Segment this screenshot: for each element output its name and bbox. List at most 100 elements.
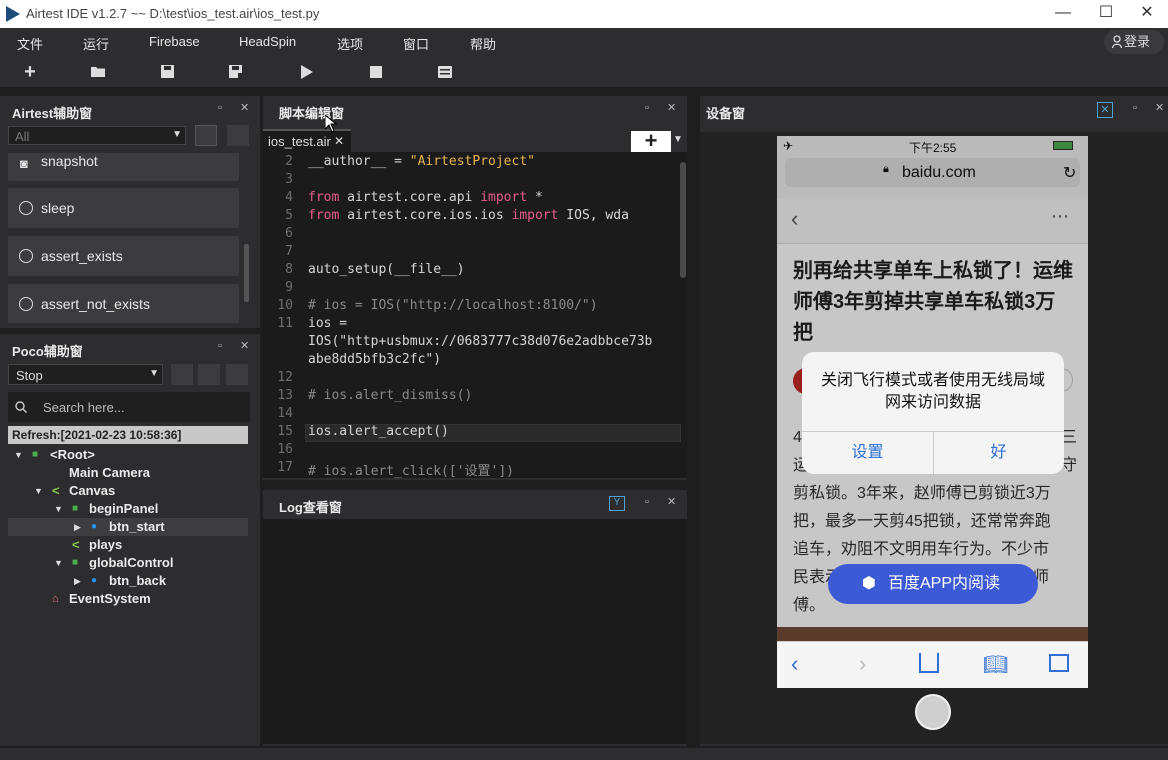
stop-icon[interactable] — [361, 56, 391, 88]
record-icon[interactable] — [227, 125, 249, 146]
tabs-icon[interactable] — [1049, 654, 1069, 672]
tree-node-btn-back[interactable]: ▶ ● btn_back — [8, 572, 248, 590]
tree-node-beginpanel[interactable]: ▼ ■ beginPanel — [8, 500, 248, 518]
record-icon[interactable] — [226, 364, 248, 385]
run-icon[interactable] — [292, 56, 322, 88]
assert-not-exists-command[interactable]: assert_not_exists — [8, 284, 239, 323]
line-number: 17 — [277, 460, 293, 475]
airtest-panel-title: Airtest辅助窗 — [12, 106, 93, 121]
log-output[interactable] — [263, 519, 687, 744]
maximize-button[interactable]: ☐ — [1083, 0, 1129, 28]
new-tab-icon[interactable]: + — [631, 130, 671, 152]
login-button[interactable]: 登录 — [1104, 30, 1164, 54]
open-in-app-label: 百度APP内阅读 — [888, 575, 1001, 592]
code-line: ios = — [308, 316, 348, 331]
filter-icon[interactable]: Y — [609, 496, 625, 511]
title-bar: Airtest IDE v1.2.7 ~~ D:\test\ios_test.a… — [0, 0, 1168, 28]
menu-window[interactable]: 窗口 — [403, 34, 429, 53]
float-panel-icon[interactable]: ▫ — [645, 496, 649, 508]
sleep-command[interactable]: sleep — [8, 188, 239, 228]
menu-firebase[interactable]: Firebase — [149, 34, 200, 49]
line-number: 10 — [277, 298, 293, 313]
forward-icon[interactable]: › — [859, 651, 866, 677]
bookmarks-icon[interactable]: 📖︎ — [983, 652, 1008, 677]
login-label: 登录 — [1124, 34, 1151, 49]
code-line: IOS("http+usbmux://0683777c38d076e2adbbc… — [308, 334, 653, 349]
script-type-select[interactable]: All ▼ — [8, 126, 186, 145]
image-capture-icon[interactable] — [195, 125, 217, 146]
report-icon[interactable] — [430, 56, 460, 88]
close-panel-icon[interactable]: ✕ — [667, 101, 676, 114]
line-number: 8 — [285, 262, 293, 277]
line-number: 7 — [285, 244, 293, 259]
alert-settings-button[interactable]: 设置 — [802, 432, 933, 474]
alert-ok-button[interactable]: 好 — [933, 432, 1064, 474]
open-in-app-button[interactable]: ⬢ 百度APP内阅读 — [828, 564, 1038, 604]
scrollbar[interactable] — [680, 162, 686, 278]
code-line: __author__ = "AirtestProject" — [308, 154, 535, 169]
menu-file[interactable]: 文件 — [17, 34, 43, 53]
float-panel-icon[interactable]: ▫ — [1133, 102, 1137, 114]
lock-icon[interactable] — [171, 364, 193, 385]
close-panel-icon[interactable]: ✕ — [240, 101, 249, 114]
status-bar — [0, 748, 1168, 760]
assert-exists-command[interactable]: assert_exists — [8, 236, 239, 276]
close-window-button[interactable]: ✕ — [1124, 0, 1168, 28]
tree-node-main-camera[interactable]: Main Camera — [8, 464, 248, 482]
device-screen[interactable]: ✈ 下午2:55 🔒︎ baidu.com ↻ ‹ ⋯ 别再给共享单车上私锁了！… — [777, 136, 1088, 688]
tree-node-label: beginPanel — [89, 501, 159, 516]
chevron-down-icon[interactable]: ▼ — [673, 134, 683, 145]
tree-node-eventsystem[interactable]: ⌂ EventSystem — [8, 590, 248, 608]
line-number: 4 — [285, 190, 293, 205]
close-panel-icon[interactable]: ✕ — [1155, 101, 1164, 114]
line-number: 16 — [277, 442, 293, 457]
code-line: auto_setup(__file__) — [308, 262, 465, 277]
home-button[interactable] — [915, 694, 951, 730]
line-number: 6 — [285, 226, 293, 241]
tools-icon[interactable]: ✕ — [1097, 102, 1113, 118]
close-panel-icon[interactable]: ✕ — [240, 339, 249, 352]
scrollbar[interactable] — [244, 244, 249, 302]
menu-run[interactable]: 运行 — [83, 34, 109, 53]
minimize-button[interactable]: — — [1040, 0, 1086, 28]
poco-tree: ▼ ■ <Root> Main Camera ▼ < Canvas ▼ ■ beginPan… — [0, 446, 260, 606]
share-icon[interactable] — [919, 653, 939, 673]
chevron-down-icon: ▼ — [172, 129, 182, 140]
close-panel-icon[interactable]: ✕ — [667, 495, 676, 508]
float-panel-icon[interactable]: ▫ — [218, 340, 222, 352]
tree-node-globalcontrol[interactable]: ▼ ■ globalControl — [8, 554, 248, 572]
close-tab-icon[interactable]: ✕ — [334, 134, 344, 148]
command-label: sleep — [41, 200, 75, 216]
command-label: snapshot — [41, 153, 98, 169]
new-file-icon[interactable]: + — [15, 56, 45, 88]
search-icon — [15, 401, 27, 413]
float-panel-icon[interactable]: ▫ — [218, 102, 222, 114]
menu-help[interactable]: 帮助 — [470, 34, 496, 53]
command-label: assert_exists — [41, 248, 123, 264]
code-line: ios.alert_accept() — [308, 424, 449, 439]
line-number: 14 — [277, 406, 293, 421]
save-icon[interactable] — [152, 56, 182, 88]
code-line: abe8dd5bfb3c2fc") — [308, 352, 442, 367]
refresh-icon[interactable] — [198, 364, 220, 385]
open-folder-icon[interactable] — [83, 56, 113, 88]
tab-ios-test[interactable]: ios_test.air ✕ — [263, 129, 351, 152]
snapshot-command[interactable]: ◙ snapshot — [8, 153, 239, 181]
tree-node-canvas[interactable]: ▼ < Canvas — [8, 482, 248, 500]
safari-toolbar: ‹ › 📖︎ — [777, 641, 1088, 688]
target-icon — [19, 249, 33, 263]
poco-mode-select[interactable]: Stop ▼ — [8, 364, 163, 385]
line-number: 11 — [277, 316, 293, 331]
menu-options[interactable]: 选项 — [337, 34, 363, 53]
tree-node-label: Main Camera — [69, 465, 150, 480]
command-label: assert_not_exists — [41, 296, 150, 312]
tree-node-btn-start[interactable]: ▶ ● btn_start — [8, 518, 248, 536]
code-editor[interactable]: 2 __author__ = "AirtestProject" 3 4 from air… — [263, 152, 687, 479]
poco-search-field[interactable]: Search here... — [8, 392, 250, 422]
save-as-icon[interactable] — [221, 56, 251, 88]
tree-node-plays[interactable]: < plays — [8, 536, 248, 554]
back-icon[interactable]: ‹ — [791, 651, 798, 677]
float-panel-icon[interactable]: ▫ — [645, 102, 649, 114]
menu-headspin[interactable]: HeadSpin — [239, 34, 296, 49]
tree-node-root[interactable]: ▼ ■ <Root> — [8, 446, 248, 464]
